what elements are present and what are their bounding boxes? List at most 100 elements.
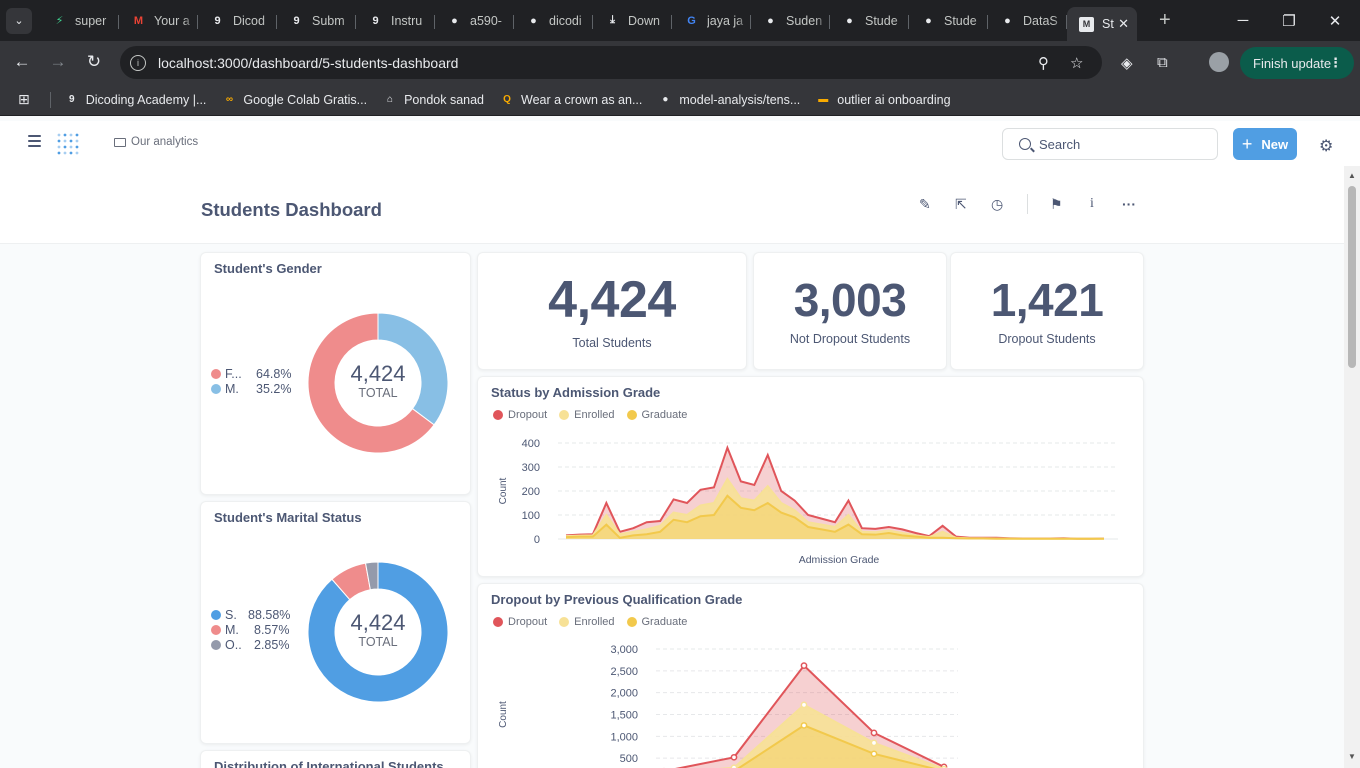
gmail-icon: M xyxy=(133,14,144,27)
legend-pct: 88.58% xyxy=(248,608,291,622)
bookmark-item[interactable]: 9 Dicoding Academy |... xyxy=(65,93,206,107)
donut-total-label: TOTAL xyxy=(358,386,398,400)
legend-item-female[interactable]: F... 64.8% xyxy=(211,367,311,381)
bookmark-icon[interactable]: ⚑ xyxy=(1050,196,1063,213)
search-input[interactable]: Search xyxy=(1002,128,1218,160)
legend-item-dropout[interactable]: Dropout xyxy=(493,616,547,628)
data-point-enrolled[interactable] xyxy=(870,739,878,747)
admission-grade-card[interactable]: Status by Admission Grade Dropout Enroll… xyxy=(477,376,1144,577)
sidebar-toggle-icon[interactable] xyxy=(28,135,41,147)
legend-label: M. xyxy=(225,382,239,396)
history-clock-icon[interactable]: ◷ xyxy=(991,196,1003,213)
legend-item-other[interactable]: O.. 2.85% xyxy=(211,638,321,652)
donut-total-value: 4,424 xyxy=(350,361,406,386)
browser-tab-active[interactable]: M St ✕ xyxy=(1067,7,1137,41)
kpi-dropout-card[interactable]: 1,421 Dropout Students xyxy=(950,252,1144,370)
back-button[interactable]: ← xyxy=(4,44,40,80)
y-tick-label: 2,500 xyxy=(610,666,638,678)
apps-grid-icon[interactable]: ⊞ xyxy=(18,91,30,108)
breadcrumb[interactable]: Our analytics xyxy=(114,136,198,148)
reload-button[interactable]: ↻ xyxy=(76,44,112,80)
qualification-grade-area-chart[interactable]: Count 500 1,000 1,500 2,000 2,500 3,000 xyxy=(478,636,1143,768)
kpi-total-students-card[interactable]: 4,424 Total Students xyxy=(477,252,747,370)
zoom-icon[interactable]: ⚲ xyxy=(1038,54,1049,72)
share-icon[interactable]: ⇱ xyxy=(955,196,967,213)
legend-item-graduate[interactable]: Graduate xyxy=(626,409,687,421)
qualification-grade-card[interactable]: Dropout by Previous Qualification Grade … xyxy=(477,583,1144,768)
data-point-dropout[interactable] xyxy=(800,662,808,669)
legend-item-married[interactable]: M. 8.57% xyxy=(211,623,321,637)
scroll-thumb[interactable] xyxy=(1348,186,1356,368)
legend-item-graduate[interactable]: Graduate xyxy=(626,616,687,628)
legend-item-enrolled[interactable]: Enrolled xyxy=(559,616,615,628)
minimize-button[interactable]: ─ xyxy=(1220,0,1266,41)
data-point-enrolled[interactable] xyxy=(800,701,808,709)
area-dropout[interactable] xyxy=(566,447,1104,539)
close-window-button[interactable]: ✕ xyxy=(1312,0,1358,41)
browser-tab[interactable]: 9 Dicod xyxy=(198,5,277,37)
bookmark-item[interactable]: ● model-analysis/tens... xyxy=(658,93,800,107)
tab-title: Instru xyxy=(391,13,423,28)
page-scrollbar[interactable]: ▲ ▼ xyxy=(1344,166,1360,768)
more-options-icon[interactable]: ··· xyxy=(1122,196,1136,212)
restore-button[interactable]: ❐ xyxy=(1266,0,1312,41)
kpi-not-dropout-card[interactable]: 3,003 Not Dropout Students xyxy=(753,252,947,370)
extensions-puzzle-icon[interactable]: ⧉ xyxy=(1157,54,1168,71)
browser-tab[interactable]: ● Stude xyxy=(909,5,988,37)
data-point-dropout[interactable] xyxy=(870,729,878,737)
browser-tab[interactable]: M Your a xyxy=(119,5,198,37)
metabase-logo-icon[interactable] xyxy=(56,131,82,155)
bookmark-item[interactable]: ∞ Google Colab Gratis... xyxy=(222,93,367,107)
breadcrumb-collection[interactable]: Our analytics xyxy=(131,136,198,148)
bookmark-star-icon[interactable]: ☆ xyxy=(1070,54,1083,72)
finish-update-button[interactable]: Finish update ⋮ xyxy=(1240,47,1354,79)
page-title[interactable]: Students Dashboard xyxy=(201,199,382,221)
pondok-icon: ⌂ xyxy=(387,94,394,105)
browser-tab[interactable]: 9 Subm xyxy=(277,5,356,37)
bookmark-label: Wear a crown as an... xyxy=(521,92,643,107)
site-info-icon[interactable]: i xyxy=(130,54,146,71)
data-point-dropout[interactable] xyxy=(730,753,738,761)
browser-tab[interactable]: ⤓ Down xyxy=(593,5,672,37)
bookmark-label: Google Colab Gratis... xyxy=(243,92,368,107)
browser-tab[interactable]: ● Stude xyxy=(830,5,909,37)
legend-item-enrolled[interactable]: Enrolled xyxy=(559,409,615,421)
browser-tab[interactable]: ● dicodi xyxy=(514,5,593,37)
admission-grade-area-chart[interactable]: Count 0 100 200 300 400 Admission Grade xyxy=(478,429,1143,575)
bookmark-item[interactable]: Q Wear a crown as an... xyxy=(500,93,642,107)
y-axis-label: Count xyxy=(498,701,509,728)
forward-button[interactable]: → xyxy=(40,44,76,80)
browser-tab[interactable]: ⚡ super xyxy=(40,5,119,37)
bookmark-item[interactable]: ⌂ Pondok sanad xyxy=(383,93,484,107)
profile-avatar[interactable] xyxy=(1209,52,1229,72)
international-card[interactable]: Distribution of International Students xyxy=(200,750,471,768)
extension-icon[interactable]: ◈ xyxy=(1121,54,1133,72)
browser-tab[interactable]: ● Suden xyxy=(751,5,830,37)
legend-label: Enrolled xyxy=(574,409,615,421)
address-bar[interactable]: i localhost:3000/dashboard/5-students-da… xyxy=(120,46,1102,79)
legend-dot xyxy=(493,410,503,420)
scroll-down-arrow-icon[interactable]: ▼ xyxy=(1348,752,1356,761)
info-icon[interactable]: i xyxy=(1090,196,1094,212)
data-point-graduate[interactable] xyxy=(800,722,808,729)
browser-tab[interactable]: ● a590- xyxy=(435,5,514,37)
legend-item-male[interactable]: M. 35.2% xyxy=(211,382,311,396)
scroll-up-arrow-icon[interactable]: ▲ xyxy=(1348,171,1356,180)
marital-card[interactable]: Student's Marital Status S. 88.58% M. 8.… xyxy=(200,501,471,744)
tab-search-button[interactable]: ⌄ xyxy=(6,7,32,34)
new-tab-button[interactable]: + xyxy=(1159,9,1171,32)
new-button[interactable]: + New xyxy=(1233,128,1297,160)
close-tab-icon[interactable]: ✕ xyxy=(1118,16,1129,32)
browser-tab[interactable]: Gjaya ja xyxy=(672,5,751,37)
legend-item-single[interactable]: S. 88.58% xyxy=(211,608,321,622)
legend-item-dropout[interactable]: Dropout xyxy=(493,409,547,421)
gear-icon[interactable]: ⚙ xyxy=(1319,136,1333,156)
tab-title: Stude xyxy=(865,13,898,28)
bookmark-item[interactable]: ▬ outlier ai onboarding xyxy=(816,93,950,107)
data-point-graduate[interactable] xyxy=(870,750,878,758)
browser-tab[interactable]: 9 Instru xyxy=(356,5,435,37)
gender-card[interactable]: Student's Gender F... 64.8% M. 35.2% 4,4… xyxy=(200,252,471,495)
tab-title: jaya ja xyxy=(707,13,744,28)
edit-pencil-icon[interactable]: ✎ xyxy=(919,196,931,213)
browser-tab[interactable]: ● DataS xyxy=(988,5,1067,37)
